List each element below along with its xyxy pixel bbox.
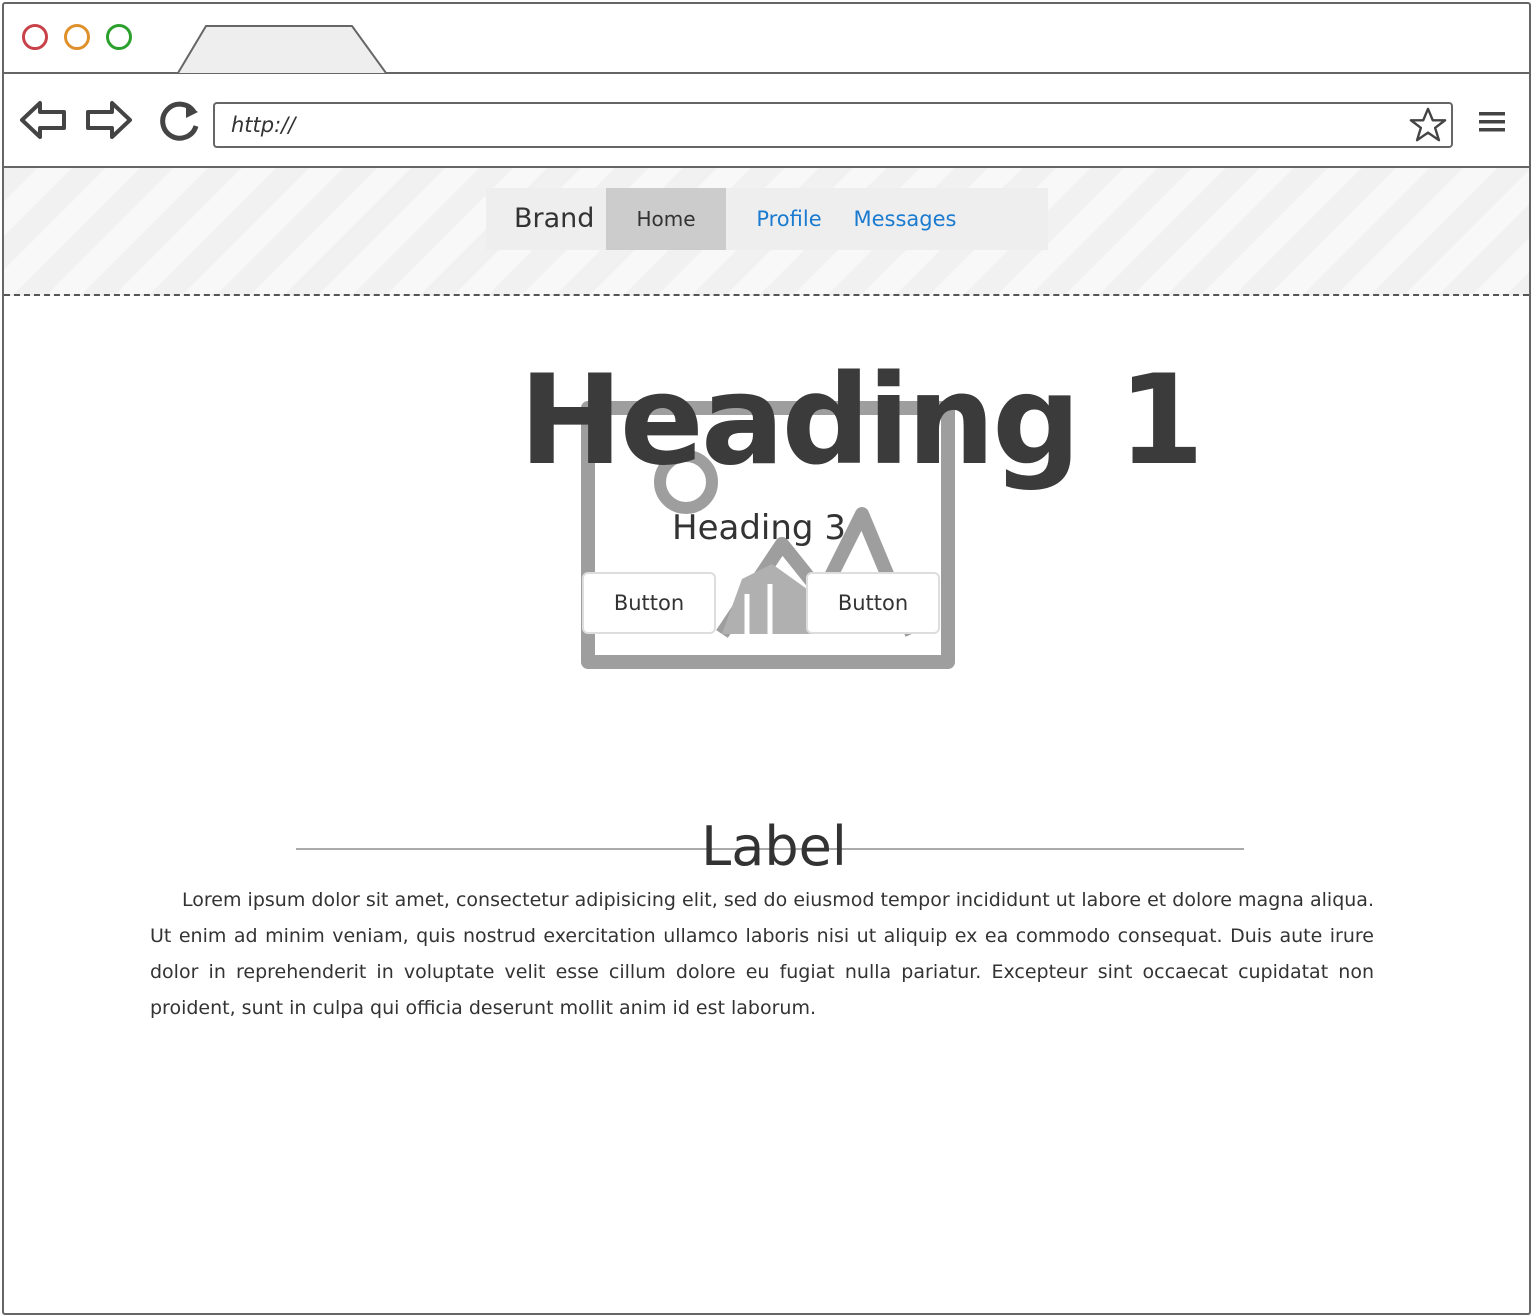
url-text[interactable]: http://: [231, 113, 295, 137]
close-window-button[interactable]: [22, 24, 48, 50]
browser-tab[interactable]: [176, 22, 388, 74]
hamburger-menu-icon[interactable]: [1474, 104, 1510, 140]
forward-arrow-icon[interactable]: [84, 98, 134, 142]
title-bar: [4, 4, 1529, 74]
maximize-window-button[interactable]: [106, 24, 132, 50]
address-bar[interactable]: http://: [213, 102, 1453, 148]
hero-button-2[interactable]: Button: [806, 572, 940, 634]
heading-1: Heading 1: [519, 349, 1204, 493]
back-arrow-icon[interactable]: [18, 98, 68, 142]
hero-button-1[interactable]: Button: [582, 572, 716, 634]
minimize-window-button[interactable]: [64, 24, 90, 50]
browser-window: http:// Brand Home Profile Messages Head…: [2, 2, 1531, 1315]
nav-item-profile[interactable]: Profile: [736, 188, 842, 250]
reload-icon[interactable]: [154, 98, 204, 142]
navbar-brand[interactable]: Brand: [514, 188, 604, 250]
navbar: Brand Home Profile Messages: [486, 188, 1048, 250]
star-icon[interactable]: [1409, 106, 1447, 144]
browser-toolbar: http://: [4, 74, 1529, 168]
page-header: Brand Home Profile Messages: [4, 168, 1529, 296]
section-label: Label: [701, 815, 847, 878]
nav-item-home[interactable]: Home: [606, 188, 726, 250]
body-paragraph: Lorem ipsum dolor sit amet, consectetur …: [150, 889, 1374, 1019]
heading-3: Heading 3: [672, 508, 846, 548]
nav-item-messages[interactable]: Messages: [850, 188, 960, 250]
